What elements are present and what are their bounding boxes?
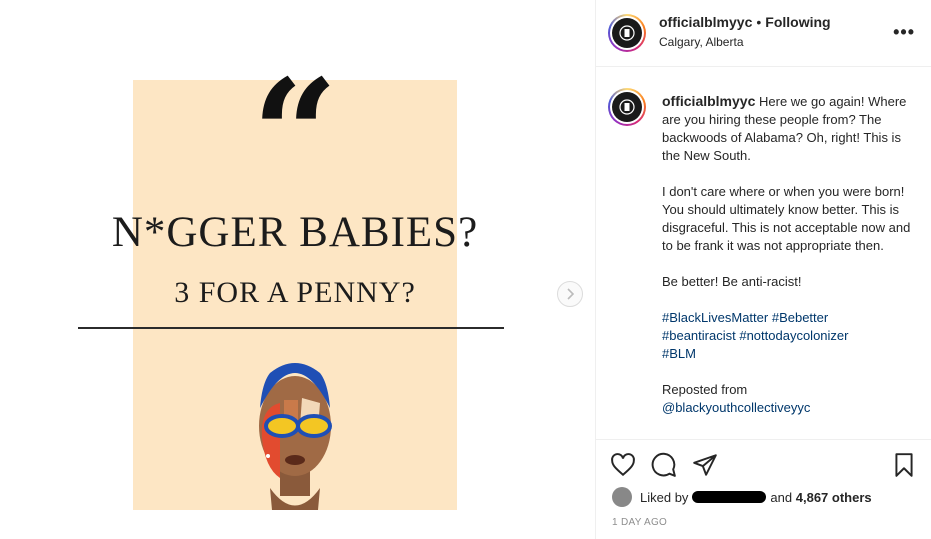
fist-logo-icon: [619, 99, 635, 115]
hashtag-link[interactable]: #Bebetter: [772, 310, 828, 325]
comment-icon[interactable]: [651, 452, 677, 478]
poster-subhead: 3 FOR A PENNY?: [174, 276, 416, 309]
hashtag-link[interactable]: #BLM: [662, 346, 696, 361]
hashtag-link[interactable]: #BlackLivesMatter: [662, 310, 768, 325]
caption-section: officialblmyyc Here we go again! Where a…: [596, 68, 931, 438]
post-header: officialblmyyc • Following Calgary, Albert…: [596, 0, 931, 67]
hashtag-link[interactable]: #nottodaycolonizer: [739, 328, 848, 343]
header-user-line: officialblmyyc • Following: [659, 14, 831, 30]
author-avatar[interactable]: [608, 14, 646, 52]
caption-text: officialblmyyc Here we go again! Where a…: [662, 92, 912, 435]
post-location[interactable]: Calgary, Alberta: [659, 35, 744, 49]
poster-divider: [78, 327, 504, 329]
chevron-right-icon: [567, 288, 575, 300]
caption-avatar[interactable]: [608, 88, 646, 126]
post-media: “ N*GGER BABIES? 3 FOR A PENNY?: [0, 0, 595, 539]
hashtag-list: #BlackLivesMatter #Bebetter #beantiracis…: [662, 309, 912, 363]
caption-username[interactable]: officialblmyyc: [662, 93, 755, 109]
separator-dot: •: [756, 14, 762, 30]
and-label: and: [770, 489, 793, 505]
redacted-username: [692, 491, 767, 503]
following-button[interactable]: Following: [765, 14, 830, 30]
quote-mark: “: [251, 47, 339, 223]
liked-by-label: Liked by: [640, 489, 689, 505]
likes-summary: Liked by and 4,867 others: [612, 487, 872, 507]
others-count-link[interactable]: 4,867 others: [796, 490, 872, 505]
repost-credit: Reposted from @blackyouthcollectiveyyc: [662, 381, 912, 417]
post-side-panel: officialblmyyc • Following Calgary, Albert…: [595, 0, 931, 539]
action-bar: Liked by and 4,867 others 1 DAY AGO: [596, 439, 931, 539]
repost-handle-link[interactable]: @blackyouthcollectiveyyc: [662, 400, 810, 415]
fist-logo-icon: [619, 25, 635, 41]
caption-paragraph-2: I don't care where or when you were born…: [662, 184, 911, 253]
author-username[interactable]: officialblmyyc: [659, 14, 752, 30]
poster-headline: N*GGER BABIES?: [111, 209, 479, 256]
hashtag-link[interactable]: #beantiracist: [662, 328, 736, 343]
bookmark-icon[interactable]: [891, 452, 917, 478]
more-options-icon[interactable]: •••: [893, 22, 915, 43]
share-icon[interactable]: [692, 452, 718, 478]
next-media-button[interactable]: [557, 281, 583, 307]
caption-paragraph-3: Be better! Be anti-racist!: [662, 274, 802, 289]
post-timestamp[interactable]: 1 DAY AGO: [612, 517, 667, 528]
repost-label: Reposted from: [662, 382, 748, 397]
heart-icon[interactable]: [610, 452, 636, 478]
liker-avatar[interactable]: [612, 487, 632, 507]
portrait-illustration: [259, 363, 332, 510]
